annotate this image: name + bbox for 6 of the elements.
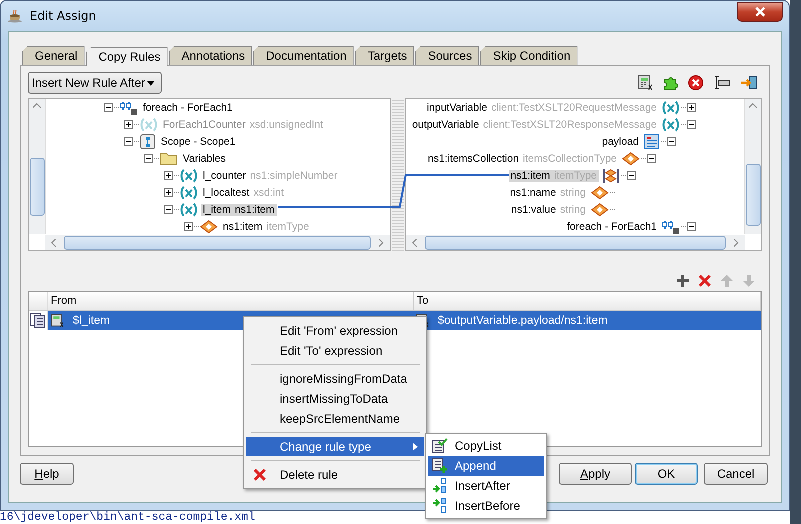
column-header: From xyxy=(48,292,414,310)
table-cell: $outputVariable.payload/ns1:item xyxy=(438,314,608,326)
window-title: Edit Assign xyxy=(30,9,98,23)
column-header: To xyxy=(414,292,761,310)
table-cell: $l_item xyxy=(73,314,110,326)
console-line: 16\jdeveloper\bin\ant-sca-compile.xml xyxy=(0,511,256,524)
